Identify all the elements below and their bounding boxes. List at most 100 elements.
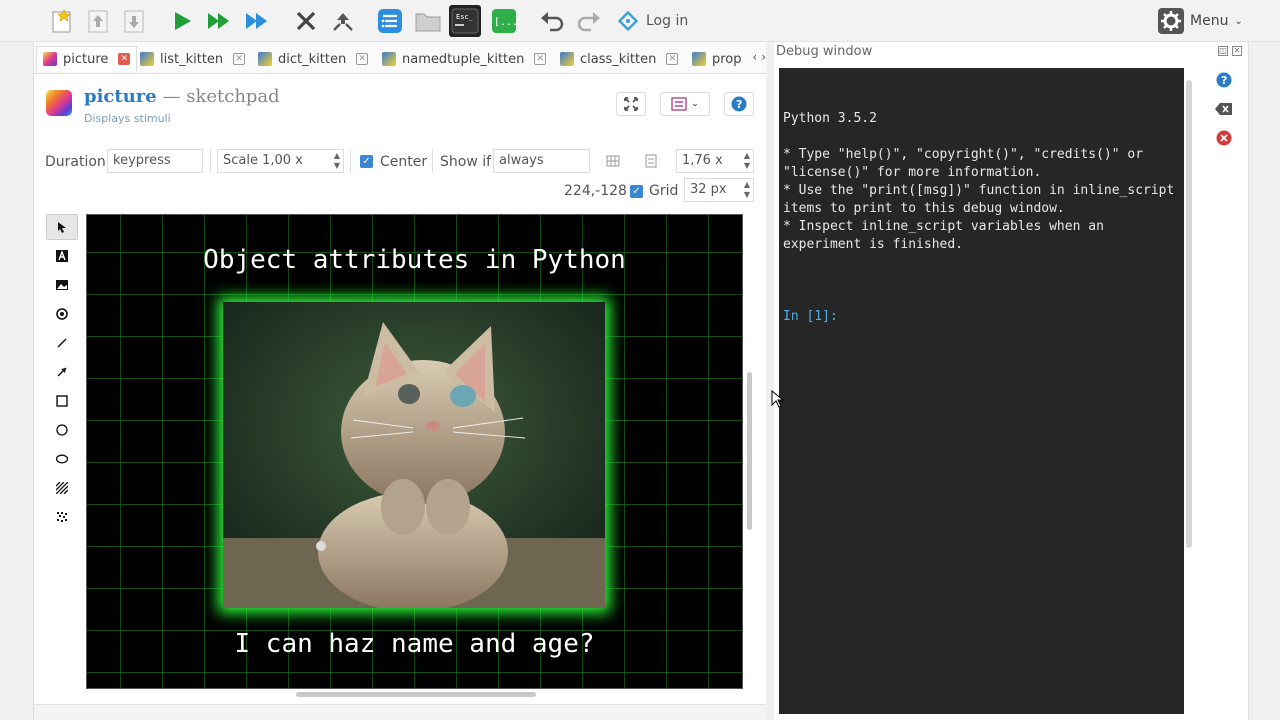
console-clear-button[interactable] xyxy=(1210,97,1238,121)
pointer-icon xyxy=(58,222,66,233)
console-scrollbar[interactable] xyxy=(1186,80,1192,548)
show-if-input[interactable]: always xyxy=(493,149,590,173)
tab-prop[interactable]: prop xyxy=(692,46,742,72)
tab-picture[interactable]: picture ✕ xyxy=(36,46,138,72)
close-tab-icon[interactable]: ✕ xyxy=(534,53,547,65)
chevron-left-icon[interactable]: ‹ xyxy=(752,50,757,64)
login-button[interactable]: Log in xyxy=(618,8,688,34)
open-button[interactable] xyxy=(82,5,114,37)
save-button[interactable] xyxy=(118,5,150,37)
image-tool[interactable] xyxy=(46,272,78,298)
svg-text:?: ? xyxy=(1221,74,1227,87)
tab-list-kitten[interactable]: list_kitten ✕ xyxy=(140,46,246,72)
noise-tool[interactable] xyxy=(46,504,78,530)
gabor-tool[interactable] xyxy=(46,475,78,501)
stop-icon xyxy=(1216,130,1232,146)
grid-icon xyxy=(606,155,620,167)
quick-run-button[interactable] xyxy=(203,5,235,37)
tab-class-kitten[interactable]: class_kitten ✕ xyxy=(560,46,679,72)
menu-button[interactable]: Menu ⌄ xyxy=(1158,6,1243,36)
zoom-spinbox[interactable]: 1,76 x ▲ ▼ xyxy=(676,149,754,173)
select-tool[interactable] xyxy=(46,214,78,240)
undo-button[interactable] xyxy=(536,5,568,37)
svg-text:Esc_: Esc_ xyxy=(456,13,474,21)
gabor-icon xyxy=(56,482,68,494)
scale-spinbox[interactable]: Scale 1,00 x ▲ ▼ xyxy=(217,149,344,173)
run-button[interactable] xyxy=(166,5,198,37)
line-tool[interactable] xyxy=(46,330,78,356)
sketchpad-canvas[interactable]: Object attributes in Python I can haz na… xyxy=(86,214,743,689)
kill-button[interactable] xyxy=(290,5,322,37)
console-restart-button[interactable] xyxy=(1210,126,1238,150)
console-input-line[interactable]: In [1]: xyxy=(783,308,1180,326)
close-tab-icon[interactable]: ✕ xyxy=(118,53,131,65)
variable-inspector-button[interactable]: [...] xyxy=(488,5,520,37)
item-description[interactable]: Displays stimuli xyxy=(84,112,171,125)
dock-splitter[interactable] xyxy=(766,42,774,720)
fixation-icon xyxy=(56,308,68,320)
left-dock-edge xyxy=(0,42,34,720)
console-help-button[interactable]: ? xyxy=(1210,68,1238,92)
close-tab-icon[interactable]: ✕ xyxy=(233,53,246,65)
canvas-caption-text[interactable]: I can haz name and age? xyxy=(87,629,742,659)
tab-label: namedtuple_kitten xyxy=(402,51,525,67)
pause-button[interactable] xyxy=(327,5,359,37)
text-tool[interactable] xyxy=(46,243,78,269)
fixation-tool[interactable] xyxy=(46,301,78,327)
python-icon xyxy=(560,52,574,66)
console-line: * Type "help()", "copyright()", "credits… xyxy=(783,147,1151,180)
tab-namedtuple-kitten[interactable]: namedtuple_kitten ✕ xyxy=(382,46,547,72)
grid-checkbox[interactable]: ✓ xyxy=(630,185,643,198)
spin-arrows-icon[interactable]: ▲ ▼ xyxy=(334,151,340,171)
circle-tool[interactable] xyxy=(46,417,78,443)
rectangle-tool[interactable] xyxy=(46,388,78,414)
python-icon xyxy=(692,52,706,66)
right-dock-edge xyxy=(1248,42,1280,720)
horizontal-scrollbar[interactable] xyxy=(296,692,536,697)
canvas-title-text[interactable]: Object attributes in Python xyxy=(87,245,742,275)
fullscreen-icon xyxy=(624,97,638,111)
file-pool-button[interactable] xyxy=(412,5,444,37)
arrow-tool[interactable] xyxy=(46,359,78,385)
debug-console[interactable]: Python 3.5.2 * Type "help()", "copyright… xyxy=(779,68,1184,714)
debug-window-button[interactable]: Esc_ xyxy=(449,5,481,37)
maximize-button[interactable] xyxy=(616,92,646,116)
fast-forward-icon xyxy=(208,13,229,29)
spin-arrows-icon[interactable]: ▲ ▼ xyxy=(744,180,750,200)
fast-forward-blue-icon xyxy=(246,13,267,29)
view-mode-button[interactable]: ⌄ xyxy=(660,92,710,116)
kitten-image[interactable] xyxy=(223,302,605,608)
close-tab-icon[interactable]: ✕ xyxy=(666,53,679,65)
new-experiment-button[interactable] xyxy=(46,5,78,37)
duration-input[interactable]: keypress xyxy=(107,149,203,173)
zoom-button[interactable] xyxy=(644,154,658,172)
python-icon xyxy=(382,52,396,66)
tab-dict-kitten[interactable]: dict_kitten ✕ xyxy=(258,46,369,72)
help-icon: ? xyxy=(1216,72,1232,88)
grid-toggle-button[interactable] xyxy=(606,154,620,172)
redo-button[interactable] xyxy=(573,5,605,37)
overview-button[interactable] xyxy=(374,5,406,37)
vertical-scrollbar[interactable] xyxy=(747,372,752,530)
console-line: Python 3.5.2 xyxy=(783,111,877,126)
rectangle-icon xyxy=(56,395,68,407)
folder-icon xyxy=(415,13,441,32)
console-prompt: In [1]: xyxy=(783,309,838,324)
center-checkbox[interactable]: ✓ xyxy=(360,155,373,168)
close-tab-icon[interactable]: ✕ xyxy=(356,53,369,65)
divider xyxy=(432,149,433,173)
float-window-icon[interactable]: ◫ xyxy=(1218,46,1228,56)
spin-arrows-icon[interactable]: ▲ ▼ xyxy=(744,151,750,171)
dock-window-buttons: ◫ ✕ xyxy=(1218,46,1242,56)
grid-size-spinbox[interactable]: 32 px ▲ ▼ xyxy=(684,178,754,202)
test-run-button[interactable] xyxy=(241,5,273,37)
close-window-icon[interactable]: ✕ xyxy=(1232,46,1242,56)
divider xyxy=(210,149,211,173)
page-title[interactable]: picture — sketchpad xyxy=(84,86,280,107)
ellipse-tool[interactable] xyxy=(46,446,78,472)
python-icon xyxy=(140,52,154,66)
console-icon: Esc_ xyxy=(451,8,479,34)
variable-inspector-icon: [...] xyxy=(492,9,517,33)
help-button[interactable]: ? xyxy=(724,92,754,116)
